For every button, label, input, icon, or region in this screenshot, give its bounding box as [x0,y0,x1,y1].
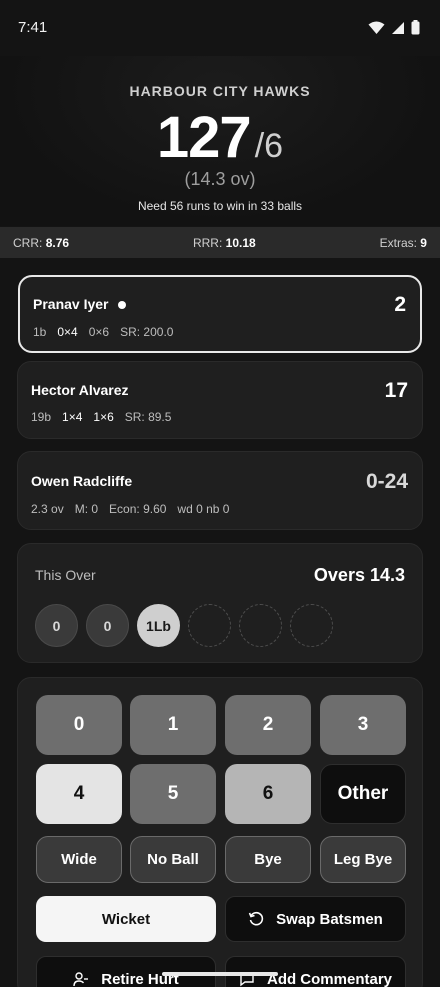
striker-runs: 2 [394,293,406,316]
striker-strike-rate: SR: 200.0 [120,325,174,339]
scoring-keypad: 0 1 2 3 4 5 6 Other Wide No Ball Bye Leg… [17,677,423,987]
home-indicator[interactable] [162,972,278,976]
this-over-title: This Over [35,567,96,583]
non-striker-balls: 19b [31,410,52,424]
ball-1: 0 [35,604,78,647]
non-striker-fours: 1×4 [62,410,83,424]
striker-fours: 0×4 [57,325,78,339]
run-3-button[interactable]: 3 [320,695,406,755]
run-6-button[interactable]: 6 [225,764,311,824]
wide-button[interactable]: Wide [36,836,122,883]
ball-4-empty [188,604,231,647]
run-5-button[interactable]: 5 [130,764,216,824]
bowler-name: Owen Radcliffe [31,473,133,489]
run-1-button[interactable]: 1 [130,695,216,755]
rrr-stat: RRR: 10.18 [192,235,256,250]
crr-stat: CRR: 8.76 [13,235,70,250]
extras-stat: Extras: 9 [379,235,427,250]
status-bar: 7:41 [0,0,440,56]
striker-sixes: 0×6 [88,325,110,339]
scoreboard-header: HARBOUR CITY HAWKS 127/6 (14.3 ov) Need … [0,56,440,226]
on-strike-indicator [117,301,126,310]
bowler-extras: wd 0 nb 0 [177,502,230,516]
status-time: 7:41 [18,19,48,36]
ball-3: 1Lb [137,604,180,647]
non-striker-strike-rate: SR: 89.5 [124,410,172,424]
over-balls: 0 0 1Lb [35,604,333,647]
bowler-maidens: M: 0 [74,502,99,516]
user-minus-icon [73,972,89,987]
bowler-figures: 0-24 [365,470,408,493]
swap-icon [248,911,264,926]
striker-card[interactable]: Pranav Iyer 2 1b 0×4 0×6 SR: 200.0 [18,275,422,353]
bowler-stats: 2.3 ov M: 0 Econ: 9.60 wd 0 nb 0 [31,502,229,516]
status-icons [368,20,420,35]
target-message: Need 56 runs to win in 33 balls [137,199,303,213]
run-0-button[interactable]: 0 [36,695,122,755]
ball-6-empty [290,604,333,647]
run-rate-strip: CRR: 8.76 RRR: 10.18 Extras: 9 [0,227,440,258]
swap-batsmen-label: Swap Batsmen [276,910,383,928]
ball-5-empty [239,604,282,647]
score-runs: 127 [156,105,252,170]
non-striker-stats: 19b 1×4 1×6 SR: 89.5 [31,410,171,424]
run-4-button[interactable]: 4 [36,764,122,824]
striker-balls: 1b [33,325,47,339]
run-2-button[interactable]: 2 [225,695,311,755]
striker-name: Pranav Iyer [33,296,109,312]
other-runs-button[interactable]: Other [320,764,406,824]
bowler-card[interactable]: Owen Radcliffe 0-24 2.3 ov M: 0 Econ: 9.… [17,451,423,530]
non-striker-sixes: 1×6 [93,410,114,424]
striker-name-row: Pranav Iyer [33,296,126,312]
no-ball-button[interactable]: No Ball [130,836,216,883]
cell-signal-icon [392,21,404,34]
wifi-icon [368,21,385,34]
non-striker-name: Hector Alvarez [31,382,129,398]
team-name: HARBOUR CITY HAWKS [129,83,311,99]
this-over-card: This Over Overs 14.3 0 0 1Lb [17,543,423,663]
ball-2: 0 [86,604,129,647]
wicket-label: Wicket [101,910,151,928]
leg-bye-button[interactable]: Leg Bye [320,836,406,883]
add-commentary-label: Add Commentary [266,970,393,987]
non-striker-runs: 17 [384,379,408,402]
battery-icon [411,20,420,35]
overs-count: Overs 14.3 [313,565,405,585]
swap-batsmen-button[interactable]: Swap Batsmen [225,896,406,942]
bowler-economy: Econ: 9.60 [109,502,167,516]
wicket-button[interactable]: Wicket [36,896,216,942]
score: 127/6 [0,104,440,171]
bowler-overs: 2.3 ov [31,502,64,516]
bye-button[interactable]: Bye [225,836,311,883]
striker-stats: 1b 0×4 0×6 SR: 200.0 [33,325,173,339]
non-striker-card[interactable]: Hector Alvarez 17 19b 1×4 1×6 SR: 89.5 [17,361,423,439]
overs-bowled: (14.3 ov) [184,169,256,189]
score-wickets: /6 [254,127,284,165]
